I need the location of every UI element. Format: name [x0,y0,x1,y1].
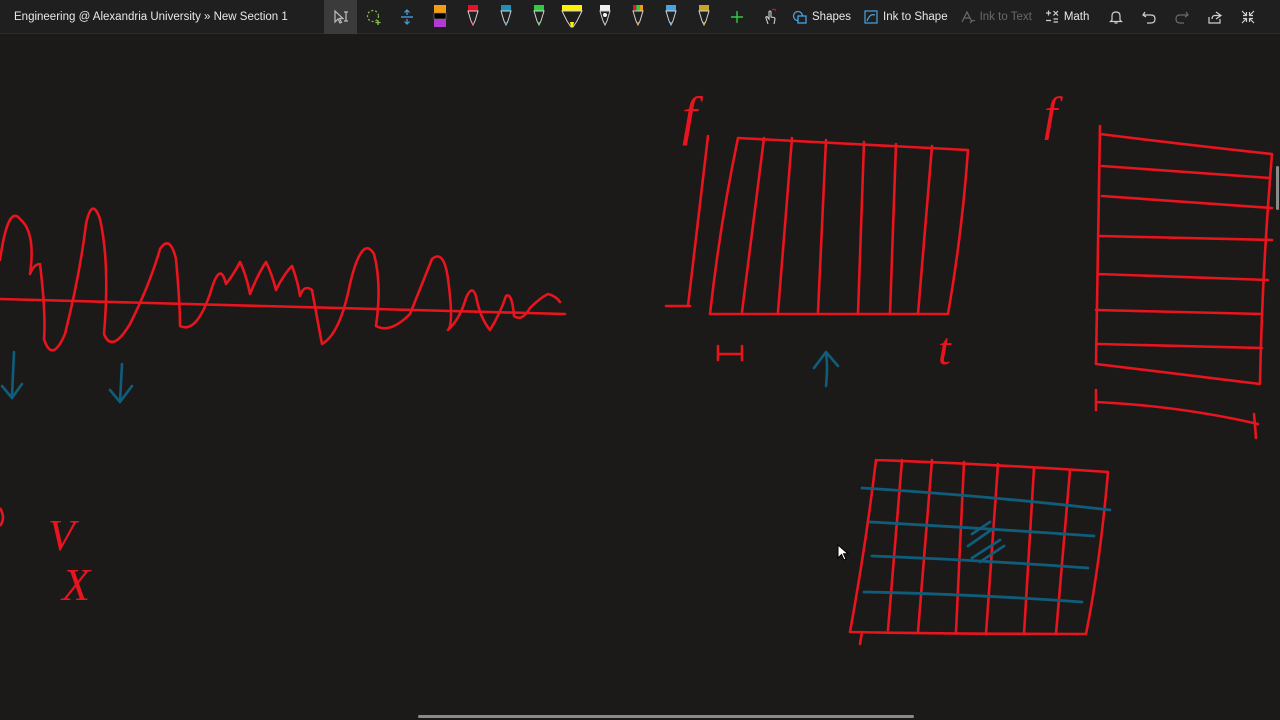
lasso-select-icon [333,9,348,24]
ink-letters: f f t V X [48,86,1063,610]
lasso-icon [366,9,380,25]
ink-to-shape-button[interactable]: Ink to Shape [857,0,954,34]
time-frequency-grid [848,458,1112,646]
math-button[interactable]: Math [1038,0,1096,34]
waveform-sketch [0,207,567,352]
plus-icon [730,10,743,23]
notifications-button[interactable] [1099,0,1132,34]
ink-canvas[interactable]: f f t V X [0,34,1280,720]
shapes-button[interactable]: Shapes [786,0,857,34]
ribbon-toolbar: Engineering @ Alexandria University » Ne… [0,0,1280,34]
lasso-tool[interactable] [357,0,390,34]
pen-red-icon [466,4,479,26]
vertical-scrollbar[interactable] [1276,166,1279,210]
ink-to-shape-label: Ink to Shape [883,10,948,23]
redo-icon [1175,11,1189,24]
shapes-icon [792,10,807,24]
touch-draw-button[interactable] [753,0,786,34]
bell-icon [1108,10,1123,24]
add-space-tool[interactable] [390,0,423,34]
lasso-select-tool[interactable] [324,0,357,34]
waveform-arrows [0,350,134,404]
undo-button[interactable] [1132,0,1165,34]
pen-gold[interactable] [687,0,720,34]
label-t: t [938,323,952,374]
label-x: X [60,559,92,610]
ink-to-text-label: Ink to Text [979,10,1032,23]
math-label: Math [1063,10,1090,23]
redo-button[interactable] [1165,0,1198,34]
full-page-view-button[interactable] [1231,0,1264,34]
time-bands-grid [664,134,970,362]
pen-white[interactable] [588,0,621,34]
pen-green[interactable] [522,0,555,34]
pen-multicolor[interactable] [423,0,456,34]
pen-blue[interactable] [654,0,687,34]
breadcrumb[interactable]: Engineering @ Alexandria University » Ne… [0,11,324,23]
highlighter-yellow[interactable] [555,0,588,34]
highlighter-yellow-icon [560,4,583,27]
pen-teal-icon [499,4,512,26]
ink-to-shape-icon [864,9,878,24]
pen-multicolor-icon [433,4,446,27]
pen-blue-icon [664,4,677,26]
pen-green-icon [532,4,545,26]
share-icon [1208,11,1222,24]
pen-gold-icon [697,4,710,26]
frequency-bands-grid [1094,124,1274,440]
horizontal-scrollbar[interactable] [418,715,914,718]
share-button[interactable] [1198,0,1231,34]
undo-icon [1142,11,1156,24]
ink-to-text-button[interactable]: Ink to Text [954,0,1038,34]
touch-draw-icon [764,8,777,24]
mouse-pointer-icon [837,544,849,561]
label-f-right: f [1044,88,1063,141]
pen-white-icon [598,4,611,26]
ink-drawing-svg: f f t V X [0,86,1274,646]
shapes-label: Shapes [812,10,852,23]
math-icon [1045,10,1059,23]
pen-red[interactable] [456,0,489,34]
pen-teal[interactable] [489,0,522,34]
time-axis-up-arrow [812,350,840,388]
collapse-arrows-icon [1241,10,1255,23]
add-pen-button[interactable] [720,0,753,34]
pen-rainbow[interactable] [621,0,654,34]
pen-rainbow-icon [631,4,644,26]
label-f-left: f [682,86,704,146]
add-space-icon [400,8,413,25]
partial-ink-left-edge [0,507,5,527]
label-v: V [48,511,80,560]
ink-to-text-icon [961,10,975,23]
